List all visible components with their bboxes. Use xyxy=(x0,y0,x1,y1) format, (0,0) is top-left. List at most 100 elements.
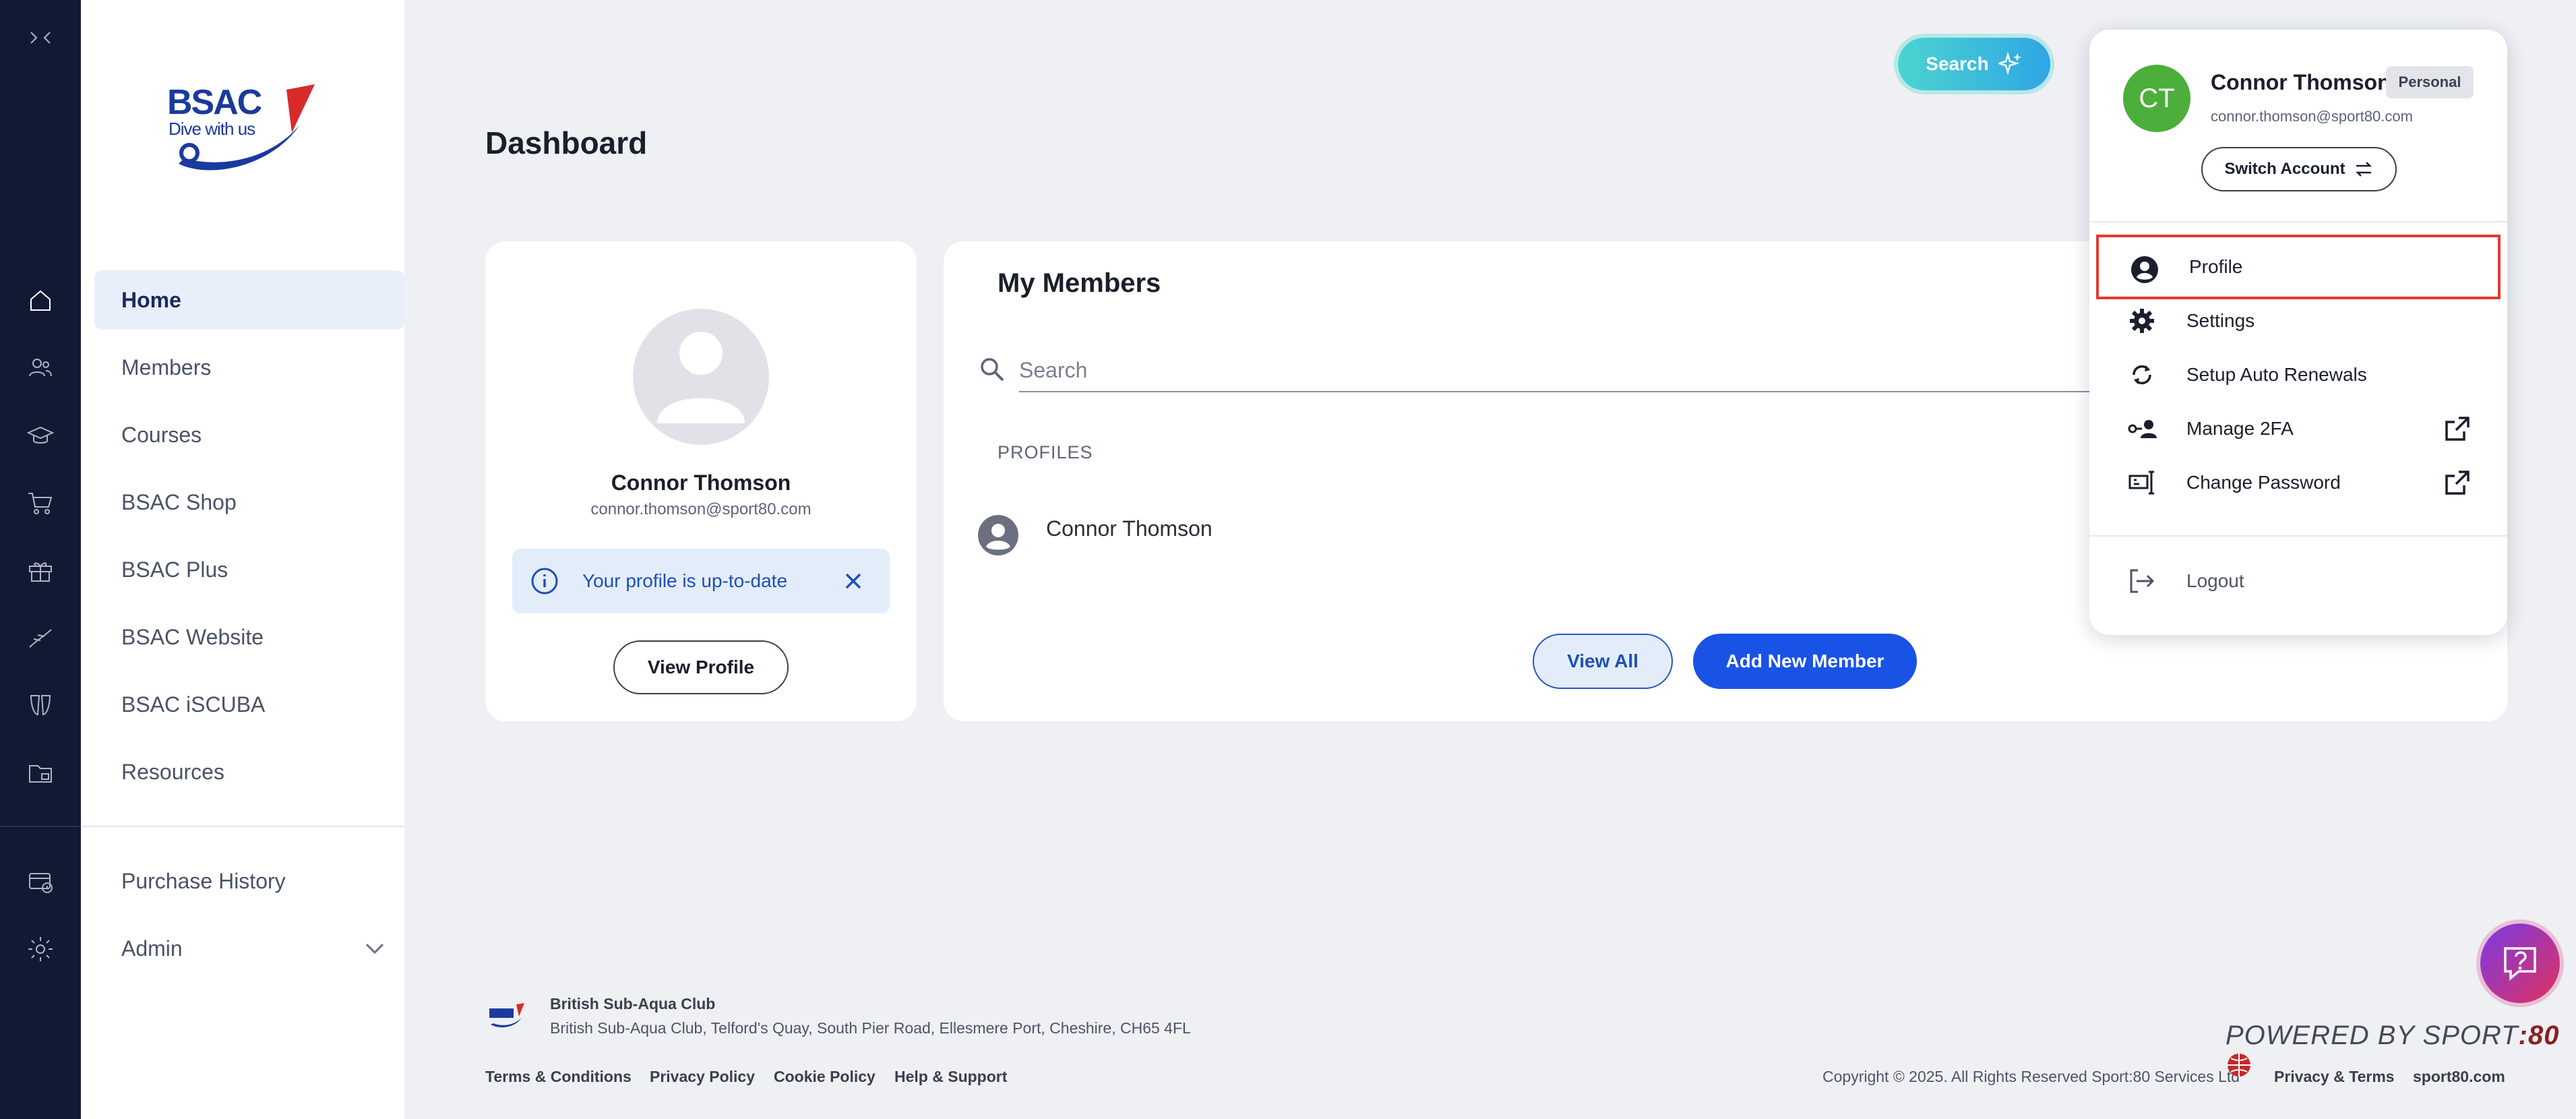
menu-item-label: Settings xyxy=(2186,310,2255,331)
profile-email: connor.thomson@sport80.com xyxy=(590,500,811,518)
ai-search-button[interactable]: Search xyxy=(1898,38,2050,90)
expand-sidebar-icon[interactable] xyxy=(24,22,57,54)
avatar-placeholder xyxy=(633,309,769,445)
account-circle-icon xyxy=(978,515,1018,555)
sidebar-item-bsac-iscuba[interactable]: BSAC iSCUBA xyxy=(94,675,404,734)
key-person-icon xyxy=(2128,420,2157,438)
diver-icon[interactable] xyxy=(24,622,57,654)
members-search-input[interactable] xyxy=(1019,349,2111,392)
powered-by-sport80: POWERED BY SPORT:80 xyxy=(2226,1021,2576,1081)
gift-icon[interactable] xyxy=(24,554,57,586)
help-chat-button[interactable] xyxy=(2480,924,2560,1003)
menu-item-label: Logout xyxy=(2186,570,2244,591)
search-button-label: Search xyxy=(1926,53,1989,74)
menu-item-change-password[interactable]: Change Password xyxy=(2096,450,2501,515)
swap-arrows-icon xyxy=(2355,162,2372,177)
sidebar-item-admin[interactable]: Admin xyxy=(94,919,404,978)
sidebar-item-members[interactable]: Members xyxy=(94,338,404,397)
menu-item-label: Profile xyxy=(2189,256,2243,277)
sidebar-item-label: Members xyxy=(121,355,212,380)
footer-org-name: British Sub-Aqua Club xyxy=(550,995,716,1012)
rail-divider xyxy=(0,826,81,827)
gear-icon xyxy=(2130,309,2154,333)
sidebar-item-label: BSAC Shop xyxy=(121,489,237,514)
avatar: CT xyxy=(2123,65,2190,132)
footer-bsac-logo-icon xyxy=(489,1003,524,1028)
menu-item-label: Manage 2FA xyxy=(2186,418,2294,439)
info-icon xyxy=(531,568,558,595)
user-silhouette-icon xyxy=(657,332,745,423)
menu-item-label: Setup Auto Renewals xyxy=(2186,364,2367,385)
logout-icon xyxy=(2130,569,2155,593)
logo-tagline: Dive with us xyxy=(168,119,255,139)
sidebar-item-label: BSAC Website xyxy=(121,624,264,649)
members-icon[interactable] xyxy=(24,352,57,384)
sidebar-item-label: Admin xyxy=(121,936,183,961)
members-title: My Members xyxy=(998,268,1161,298)
sidebar-item-label: Courses xyxy=(121,422,202,447)
notice-text: Your profile is up-to-date xyxy=(582,570,788,591)
home-icon[interactable] xyxy=(24,284,57,317)
sidebar-item-courses[interactable]: Courses xyxy=(94,405,404,464)
help-chat-icon xyxy=(2504,947,2536,981)
powered-prefix: POWERED BY SPORT xyxy=(2226,1021,2519,1050)
view-profile-button[interactable]: View Profile xyxy=(613,640,789,694)
powered-suffix: :80 xyxy=(2518,1021,2560,1050)
sidebar-item-label: Resources xyxy=(121,759,224,784)
member-row-name[interactable]: Connor Thomson xyxy=(1046,516,1213,541)
footer-link-privacy[interactable]: Privacy Policy xyxy=(650,1068,755,1086)
profiles-section-header: PROFILES xyxy=(998,442,1093,462)
page-title: Dashboard xyxy=(485,125,648,160)
sidebar-item-bsac-plus[interactable]: BSAC Plus xyxy=(94,540,404,599)
icon-rail xyxy=(0,0,81,1119)
account-circle-icon xyxy=(2131,256,2158,283)
logo-wordmark: BSAC xyxy=(167,83,262,122)
switch-account-button[interactable]: Switch Account xyxy=(2201,147,2397,191)
profile-status-notice: Your profile is up-to-date xyxy=(512,549,890,613)
account-menu: CT Connor Thomson Personal connor.thomso… xyxy=(2089,30,2507,635)
open-in-new-icon xyxy=(2445,471,2470,495)
account-name: Connor Thomson xyxy=(2211,70,2391,94)
search-icon xyxy=(981,358,1004,382)
sidebar-item-label: BSAC iSCUBA xyxy=(121,692,266,717)
menu-item-label: Change Password xyxy=(2186,472,2341,493)
password-icon xyxy=(2128,471,2154,495)
globe-icon xyxy=(2228,1054,2250,1077)
sidebar-item-home[interactable]: Home xyxy=(94,270,404,330)
close-icon[interactable] xyxy=(841,569,865,593)
shop-cart-icon[interactable] xyxy=(24,487,57,519)
sidebar: BSAC Dive with us Home Members Courses B… xyxy=(81,0,404,1119)
view-all-button[interactable]: View All xyxy=(1533,634,1673,689)
sidebar-item-bsac-website[interactable]: BSAC Website xyxy=(94,607,404,667)
add-new-member-button[interactable]: Add New Member xyxy=(1693,634,1917,689)
footer-link-terms[interactable]: Terms & Conditions xyxy=(485,1068,632,1086)
account-type-badge: Personal xyxy=(2386,66,2474,98)
resources-folder-icon[interactable] xyxy=(24,756,57,789)
switch-account-label: Switch Account xyxy=(2224,160,2345,178)
sidebar-item-purchase-history[interactable]: Purchase History xyxy=(94,851,404,911)
sidebar-item-label: BSAC Plus xyxy=(121,557,228,582)
footer-link-cookie[interactable]: Cookie Policy xyxy=(774,1068,876,1086)
sidebar-item-bsac-shop[interactable]: BSAC Shop xyxy=(94,473,404,532)
sidebar-item-resources[interactable]: Resources xyxy=(94,742,404,802)
autorenew-icon xyxy=(2133,365,2151,385)
sidebar-divider xyxy=(81,826,404,827)
purchase-history-icon[interactable] xyxy=(24,866,57,898)
admin-gear-icon[interactable] xyxy=(24,933,57,965)
sparkle-icon xyxy=(1998,52,2021,75)
account-email: connor.thomson@sport80.com xyxy=(2211,108,2413,125)
menu-divider xyxy=(2089,535,2507,537)
courses-icon[interactable] xyxy=(24,419,57,452)
profile-card: Connor Thomson connor.thomson@sport80.co… xyxy=(485,241,917,721)
chevron-down-icon xyxy=(365,943,384,955)
open-in-new-icon xyxy=(2445,417,2470,441)
footer-copyright: Copyright © 2025. All Rights Reserved Sp… xyxy=(1822,1068,2240,1085)
menu-item-logout[interactable]: Logout xyxy=(2096,549,2501,613)
footer-link-help[interactable]: Help & Support xyxy=(894,1068,1007,1086)
sidebar-item-label: Home xyxy=(121,287,181,312)
footer-address: British Sub-Aqua Club, Telford's Quay, S… xyxy=(550,1019,1191,1037)
sidebar-item-label: Purchase History xyxy=(121,868,286,893)
menu-divider xyxy=(2089,221,2507,222)
profile-name: Connor Thomson xyxy=(611,471,791,495)
fins-icon[interactable] xyxy=(24,689,57,721)
